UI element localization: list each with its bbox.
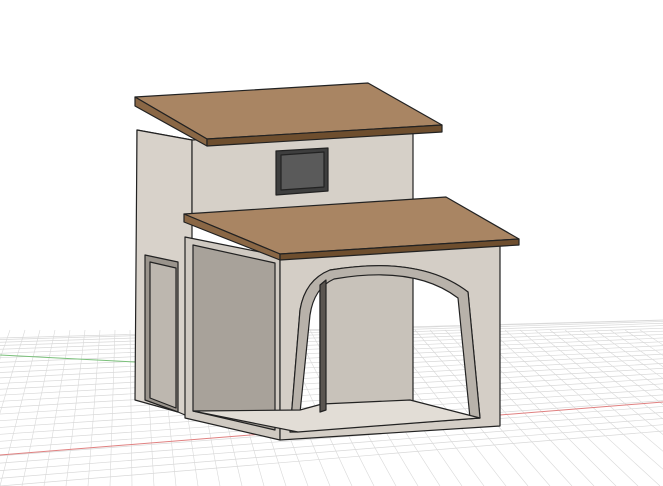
3d-viewport[interactable] xyxy=(0,0,663,486)
model-canvas[interactable] xyxy=(0,0,663,486)
porch-back-wall xyxy=(319,264,414,411)
upper-window-inner xyxy=(280,151,325,191)
porch-interior-post xyxy=(319,279,327,413)
porch-left-inner xyxy=(192,244,276,431)
left-door-inner xyxy=(149,261,177,409)
